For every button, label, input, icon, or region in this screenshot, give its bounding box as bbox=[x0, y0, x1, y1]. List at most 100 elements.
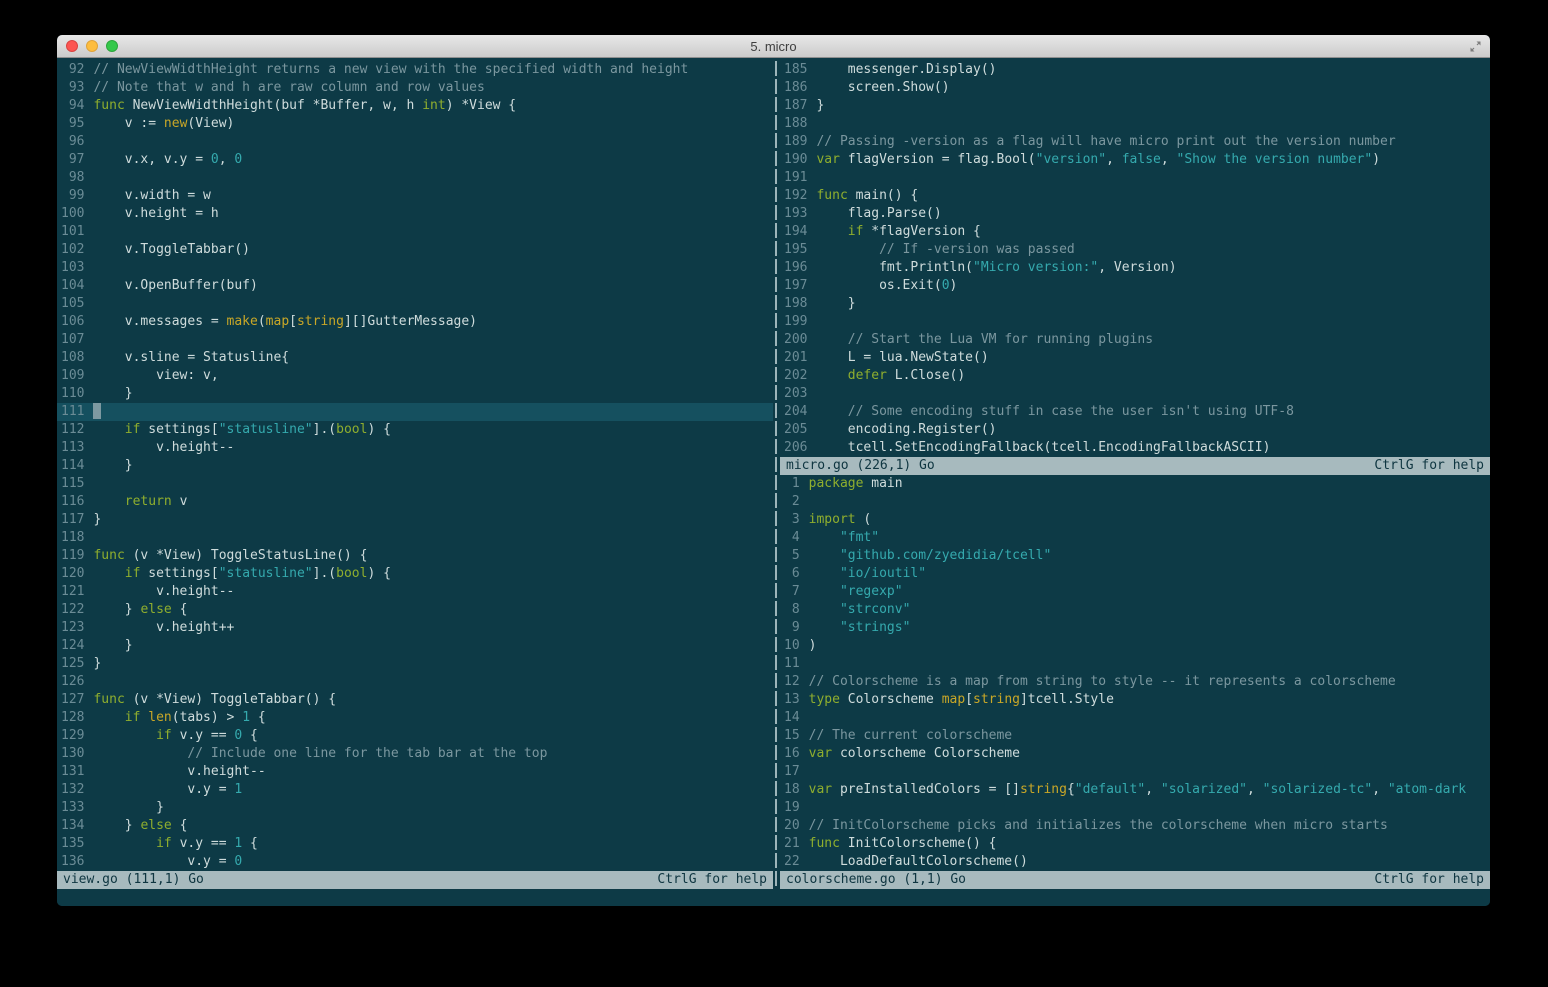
code-line[interactable]: 128 if len(tabs) > 1 { bbox=[57, 709, 773, 727]
code-line[interactable]: 93// Note that w and h are raw column an… bbox=[57, 79, 773, 97]
pane-colorscheme-go[interactable]: 1package main23import (4 "fmt"5 "github.… bbox=[780, 475, 1490, 889]
code-line[interactable]: 129 if v.y == 0 { bbox=[57, 727, 773, 745]
code-line[interactable]: 193 flag.Parse() bbox=[780, 205, 1490, 223]
code-line[interactable]: 107 bbox=[57, 331, 773, 349]
code-line[interactable]: 7 "regexp" bbox=[780, 583, 1490, 601]
code-line[interactable]: 119func (v *View) ToggleStatusLine() { bbox=[57, 547, 773, 565]
code-line[interactable]: 192func main() { bbox=[780, 187, 1490, 205]
code-line[interactable]: 115 bbox=[57, 475, 773, 493]
code-line[interactable]: 130 // Include one line for the tab bar … bbox=[57, 745, 773, 763]
code-line[interactable]: 134 } else { bbox=[57, 817, 773, 835]
code-line[interactable]: 10) bbox=[780, 637, 1490, 655]
code-line[interactable]: 200 // Start the Lua VM for running plug… bbox=[780, 331, 1490, 349]
code-line[interactable]: 104 v.OpenBuffer(buf) bbox=[57, 277, 773, 295]
code-line[interactable]: 206 tcell.SetEncodingFallback(tcell.Enco… bbox=[780, 439, 1490, 457]
code-line[interactable]: 187} bbox=[780, 97, 1490, 115]
code-line[interactable]: 135 if v.y == 1 { bbox=[57, 835, 773, 853]
code-area-colorscheme-go[interactable]: 1package main23import (4 "fmt"5 "github.… bbox=[780, 475, 1490, 871]
code-line[interactable]: 19 bbox=[780, 799, 1490, 817]
code-line[interactable]: 186 screen.Show() bbox=[780, 79, 1490, 97]
code-line[interactable]: 136 v.y = 0 bbox=[57, 853, 773, 871]
code-line[interactable]: 96 bbox=[57, 133, 773, 151]
code-line[interactable]: 194 if *flagVersion { bbox=[780, 223, 1490, 241]
code-line[interactable]: 126 bbox=[57, 673, 773, 691]
code-line[interactable]: 131 v.height-- bbox=[57, 763, 773, 781]
code-line[interactable]: 185 messenger.Display() bbox=[780, 61, 1490, 79]
code-line[interactable]: 122 } else { bbox=[57, 601, 773, 619]
code-line[interactable]: 16var colorscheme Colorscheme bbox=[780, 745, 1490, 763]
code-line[interactable]: 95 v := new(View) bbox=[57, 115, 773, 133]
code-line[interactable]: 22 LoadDefaultColorscheme() bbox=[780, 853, 1490, 871]
code-line[interactable]: 204 // Some encoding stuff in case the u… bbox=[780, 403, 1490, 421]
code-line[interactable]: 1package main bbox=[780, 475, 1490, 493]
code-line[interactable]: 108 v.sline = Statusline{ bbox=[57, 349, 773, 367]
code-line[interactable]: 97 v.x, v.y = 0, 0 bbox=[57, 151, 773, 169]
code-line[interactable]: 21func InitColorscheme() { bbox=[780, 835, 1490, 853]
code-line[interactable]: 113 v.height-- bbox=[57, 439, 773, 457]
close-button[interactable] bbox=[66, 40, 78, 52]
code-line[interactable]: 191 bbox=[780, 169, 1490, 187]
code-line[interactable]: 99 v.width = w bbox=[57, 187, 773, 205]
code-line[interactable]: 121 v.height-- bbox=[57, 583, 773, 601]
code-line[interactable]: 120 if settings["statusline"].(bool) { bbox=[57, 565, 773, 583]
code-line[interactable]: 190var flagVersion = flag.Bool("version"… bbox=[780, 151, 1490, 169]
code-line[interactable]: 105 bbox=[57, 295, 773, 313]
code-line[interactable]: 202 defer L.Close() bbox=[780, 367, 1490, 385]
code-line[interactable]: 199 bbox=[780, 313, 1490, 331]
code-line[interactable]: 2 bbox=[780, 493, 1490, 511]
code-line[interactable]: 98 bbox=[57, 169, 773, 187]
titlebar[interactable]: 5. micro bbox=[57, 35, 1490, 58]
code-line[interactable]: 94func NewViewWidthHeight(buf *Buffer, w… bbox=[57, 97, 773, 115]
code-line[interactable]: 5 "github.com/zyedidia/tcell" bbox=[780, 547, 1490, 565]
code-line[interactable]: 124 } bbox=[57, 637, 773, 655]
code-line[interactable]: 196 fmt.Println("Micro version:", Versio… bbox=[780, 259, 1490, 277]
fullscreen-icon[interactable] bbox=[1469, 40, 1482, 53]
code-line[interactable]: 203 bbox=[780, 385, 1490, 403]
code-line[interactable]: 12// Colorscheme is a map from string to… bbox=[780, 673, 1490, 691]
code-line[interactable]: 106 v.messages = make(map[string][]Gutte… bbox=[57, 313, 773, 331]
code-line[interactable]: 123 v.height++ bbox=[57, 619, 773, 637]
code-line[interactable]: 189// Passing -version as a flag will ha… bbox=[780, 133, 1490, 151]
code-line[interactable]: 6 "io/ioutil" bbox=[780, 565, 1490, 583]
code-line[interactable]: 133 } bbox=[57, 799, 773, 817]
code-line[interactable]: 109 view: v, bbox=[57, 367, 773, 385]
code-line[interactable]: 18var preInstalledColors = []string{"def… bbox=[780, 781, 1490, 799]
minimize-button[interactable] bbox=[86, 40, 98, 52]
code-line[interactable]: 102 v.ToggleTabbar() bbox=[57, 241, 773, 259]
code-line[interactable]: 17 bbox=[780, 763, 1490, 781]
code-line[interactable]: 116 return v bbox=[57, 493, 773, 511]
code-line[interactable]: 92// NewViewWidthHeight returns a new vi… bbox=[57, 61, 773, 79]
code-line[interactable]: 4 "fmt" bbox=[780, 529, 1490, 547]
code-area-micro-go[interactable]: 185 messenger.Display()186 screen.Show()… bbox=[780, 61, 1490, 457]
code-line[interactable]: 117} bbox=[57, 511, 773, 529]
code-line[interactable]: 201 L = lua.NewState() bbox=[780, 349, 1490, 367]
pane-micro-go[interactable]: 185 messenger.Display()186 screen.Show()… bbox=[780, 61, 1490, 475]
code-line[interactable]: 9 "strings" bbox=[780, 619, 1490, 637]
zoom-button[interactable] bbox=[106, 40, 118, 52]
code-line[interactable]: 20// InitColorscheme picks and initializ… bbox=[780, 817, 1490, 835]
code-line[interactable]: 13type Colorscheme map[string]tcell.Styl… bbox=[780, 691, 1490, 709]
code-line[interactable]: 127func (v *View) ToggleTabbar() { bbox=[57, 691, 773, 709]
code-line[interactable]: 188 bbox=[780, 115, 1490, 133]
code-line[interactable]: 132 v.y = 1 bbox=[57, 781, 773, 799]
code-line[interactable]: 101 bbox=[57, 223, 773, 241]
code-line[interactable]: 11 bbox=[780, 655, 1490, 673]
code-line[interactable]: 15// The current colorscheme bbox=[780, 727, 1490, 745]
code-line[interactable]: 100 v.height = h bbox=[57, 205, 773, 223]
code-line[interactable]: 205 encoding.Register() bbox=[780, 421, 1490, 439]
code-line[interactable]: 103 bbox=[57, 259, 773, 277]
code-line[interactable]: 197 os.Exit(0) bbox=[780, 277, 1490, 295]
pane-view-go[interactable]: 92// NewViewWidthHeight returns a new vi… bbox=[57, 61, 773, 889]
code-line[interactable]: 3import ( bbox=[780, 511, 1490, 529]
code-line[interactable]: 8 "strconv" bbox=[780, 601, 1490, 619]
code-area-view-go[interactable]: 92// NewViewWidthHeight returns a new vi… bbox=[57, 61, 773, 871]
code-line[interactable]: 14 bbox=[780, 709, 1490, 727]
code-line[interactable]: 111 bbox=[57, 403, 773, 421]
code-line[interactable]: 110 } bbox=[57, 385, 773, 403]
code-line[interactable]: 195 // If -version was passed bbox=[780, 241, 1490, 259]
vertical-split-divider[interactable] bbox=[773, 61, 780, 906]
code-line[interactable]: 112 if settings["statusline"].(bool) { bbox=[57, 421, 773, 439]
code-line[interactable]: 198 } bbox=[780, 295, 1490, 313]
code-line[interactable]: 125} bbox=[57, 655, 773, 673]
code-line[interactable]: 114 } bbox=[57, 457, 773, 475]
